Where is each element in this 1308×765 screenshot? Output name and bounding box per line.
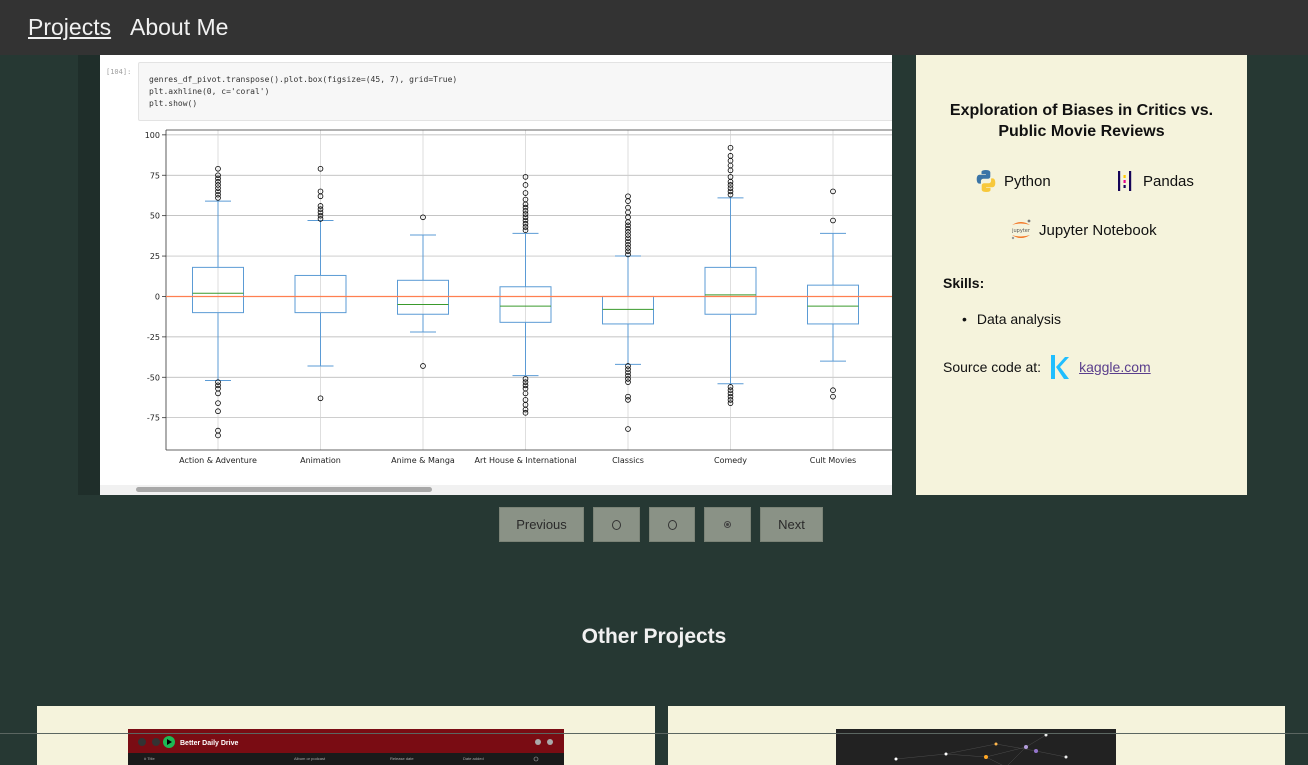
code-line-3: plt.show() xyxy=(149,99,198,108)
other-projects-title: Other Projects xyxy=(581,625,727,648)
tech-pandas-label: Pandas xyxy=(1143,172,1194,190)
tech-python-label: Python xyxy=(1004,172,1051,190)
python-icon xyxy=(976,170,996,192)
y-tick-label: 50 xyxy=(150,212,160,221)
carousel-dot-2[interactable] xyxy=(649,507,695,542)
y-tick-label: -50 xyxy=(147,373,160,382)
box-plot-chart: 100 75 50 25 0 -25 -50 -75 Action & Adventure Ani… xyxy=(145,129,892,465)
y-tick-label: 0 xyxy=(155,292,160,301)
dot-1-icon xyxy=(612,519,621,530)
card-1-thumbnail[interactable]: Better Daily Drive # Title Album or podc… xyxy=(128,729,564,765)
y-tick-label: 25 xyxy=(150,252,160,261)
scrollbar-thumb[interactable] xyxy=(136,487,432,492)
page-divider xyxy=(0,733,1308,734)
svg-text:jupyter: jupyter xyxy=(1011,228,1031,234)
pandas-icon xyxy=(1118,171,1132,191)
project-card-1[interactable]: Better Daily Drive # Title Album or podc… xyxy=(37,706,655,765)
kaggle-icon xyxy=(1051,355,1070,379)
x-tick-label: Cult Movies xyxy=(810,456,856,465)
source-code: Source code at: kaggle.com xyxy=(943,354,1151,380)
y-tick-label: -25 xyxy=(147,333,160,342)
x-tick-label: Animation xyxy=(300,456,341,465)
tech-jupyter: jupyter Jupyter Notebook xyxy=(1009,218,1157,242)
navbar: Projects About Me xyxy=(0,0,1308,55)
skills-label: Skills: xyxy=(943,275,985,291)
card-1-col-title: # Title xyxy=(144,756,155,761)
dot-2-icon xyxy=(667,519,677,530)
project-screenshot: [104]: genres_df_pivot.transpose().plot.… xyxy=(78,55,892,495)
project-title: Exploration of Biases in Critics vs. Pub… xyxy=(949,102,1214,140)
tech-python: Python xyxy=(974,169,1051,193)
y-tick-label: 100 xyxy=(145,131,160,140)
carousel-dot-3[interactable] xyxy=(704,507,751,542)
y-tick-label: 75 xyxy=(150,171,160,180)
skill-item: Data analysis xyxy=(962,311,1061,327)
x-tick-label: Art House & International xyxy=(475,456,577,465)
project-info-panel: Exploration of Biases in Critics vs. Pub… xyxy=(916,55,1247,495)
card-1-col-album: Album or podcast xyxy=(294,756,326,761)
carousel-dot-1[interactable] xyxy=(593,507,640,542)
x-tick-label: Comedy xyxy=(714,456,747,465)
nav-projects-link[interactable]: Projects xyxy=(28,14,111,41)
x-tick-label: Anime & Manga xyxy=(391,456,455,465)
dot-3-active-icon xyxy=(724,521,731,528)
featured-project: [104]: genres_df_pivot.transpose().plot.… xyxy=(78,55,1247,495)
card-1-app-title: Better Daily Drive xyxy=(180,740,238,747)
nav-about-link[interactable]: About Me xyxy=(130,14,228,41)
skills-list: Data analysis xyxy=(962,311,1061,327)
kaggle-link[interactable]: kaggle.com xyxy=(1079,359,1151,375)
y-tick-label: -75 xyxy=(147,414,160,423)
code-cell: genres_df_pivot.transpose().plot.box(fig… xyxy=(138,62,892,121)
previous-button[interactable]: Previous xyxy=(499,507,584,542)
card-1-col-added: Date added xyxy=(463,756,484,761)
project-card-2[interactable] xyxy=(668,706,1285,765)
next-button[interactable]: Next xyxy=(760,507,823,542)
x-tick-label: Classics xyxy=(612,456,644,465)
source-label: Source code at: xyxy=(943,359,1042,375)
cell-prompt: [104]: xyxy=(106,68,132,76)
tech-pandas: Pandas xyxy=(1113,169,1194,193)
tech-jupyter-label: Jupyter Notebook xyxy=(1039,221,1157,239)
card-2-thumbnail[interactable] xyxy=(836,729,1116,765)
card-1-col-release: Release date xyxy=(390,756,414,761)
notebook-view: [104]: genres_df_pivot.transpose().plot.… xyxy=(100,55,892,495)
code-line-2: plt.axhline(0, c='coral') xyxy=(149,87,270,96)
x-tick-label: Action & Adventure xyxy=(179,456,257,465)
jupyter-icon: jupyter xyxy=(1011,219,1031,240)
code-line-1: genres_df_pivot.transpose().plot.box(fig… xyxy=(149,75,458,84)
